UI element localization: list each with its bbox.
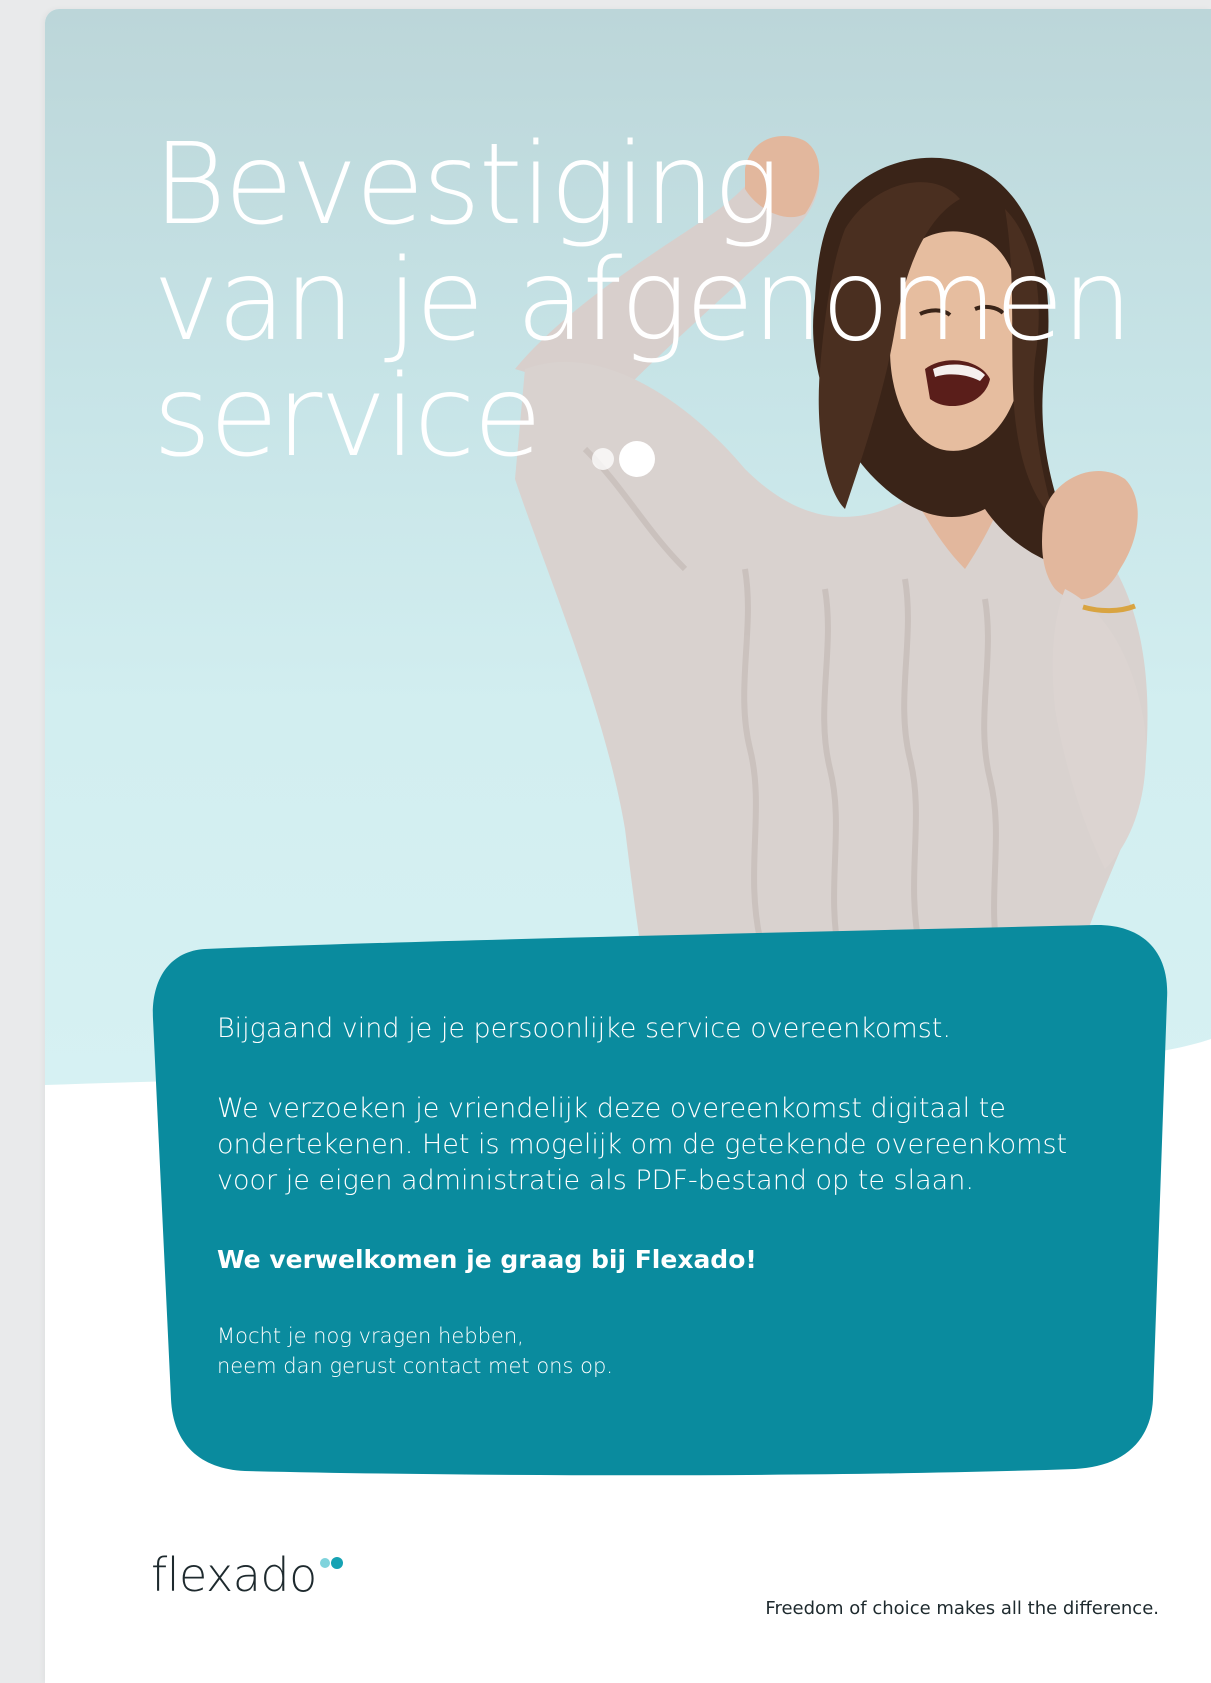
document-page: Bevestiging van je afgenomen service Bij… — [45, 9, 1211, 1683]
info-card: Bijgaand vind je je persoonlijke service… — [145, 919, 1175, 1479]
flexado-logo: flexado — [151, 1547, 347, 1607]
intro-text: Bijgaand vind je je persoonlijke service… — [217, 1013, 951, 1044]
request-text: We verzoeken je vriendelijk deze overeen… — [217, 1093, 1068, 1196]
title-line: Bevestiging — [153, 120, 780, 250]
title-dots-icon — [592, 441, 655, 477]
contact-text: Mocht je nog vragen hebben, neem dan ger… — [217, 1321, 1077, 1381]
contact-line: Mocht je nog vragen hebben, — [217, 1324, 524, 1348]
page-title: Bevestiging van je afgenomen service — [153, 127, 1203, 475]
contact-line: neem dan gerust contact met ons op. — [217, 1354, 613, 1378]
card-body: Bijgaand vind je je persoonlijke service… — [217, 1011, 1077, 1381]
logo-dots-icon — [319, 1557, 343, 1569]
title-line: service — [153, 352, 542, 482]
logo-text: flexado — [151, 1548, 317, 1602]
welcome-text: We verwelkomen je graag bij Flexado! — [217, 1245, 757, 1274]
tagline: Freedom of choice makes all the differen… — [765, 1598, 1159, 1619]
title-line: van je afgenomen — [153, 236, 1133, 366]
